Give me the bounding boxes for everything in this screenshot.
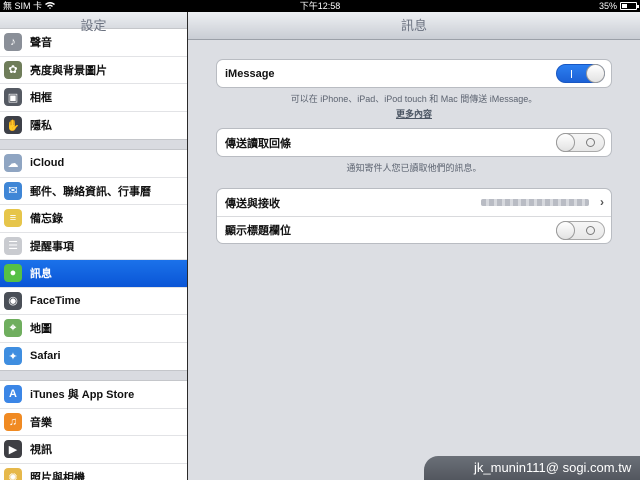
mail-icon: ✉: [4, 181, 22, 200]
settings-group: ☁ iCloud ✉ 郵件、聯絡資訊、行事曆 ≡ 備忘錄 ☰ 提醒事項 ● 訊息 ◉ FaceTime…: [0, 149, 187, 371]
more-info-link[interactable]: 更多內容: [216, 107, 612, 120]
sidebar-item[interactable]: ▶ 視訊: [0, 436, 187, 464]
sidebar-item[interactable]: ☰ 提醒事項: [0, 233, 187, 260]
show-subject-label: 顯示標題欄位: [225, 225, 291, 237]
sidebar-item[interactable]: ✦ Safari: [0, 343, 187, 371]
read-receipts-label: 傳送讀取回條: [225, 137, 291, 150]
sidebar-item-label: 相框: [30, 92, 52, 105]
sidebar-item[interactable]: ♪ 聲音: [0, 29, 187, 57]
status-bar: 無 SIM 卡 下午12:58 35%: [0, 0, 640, 12]
show-subject-row[interactable]: 顯示標題欄位: [217, 216, 611, 243]
read-receipts-toggle[interactable]: [556, 133, 605, 152]
sidebar-item-label: FaceTime: [30, 294, 81, 307]
sidebar-item-label: Safari: [30, 350, 61, 363]
send-receive-card: 傳送與接收 › 顯示標題欄位: [216, 188, 612, 244]
messages-detail-pane: 訊息 iMessage 可以在 iPhone、iPad、iPod touch 和…: [188, 12, 640, 480]
reminders-icon: ☰: [4, 236, 22, 255]
chevron-right-icon: ›: [600, 195, 604, 209]
sidebar-item[interactable]: ☁ iCloud: [0, 150, 187, 178]
sidebar-item[interactable]: ✉ 郵件、聯絡資訊、行事曆: [0, 178, 187, 205]
send-receive-label: 傳送與接收: [225, 197, 280, 210]
photos-icon: ✺: [4, 468, 22, 480]
settings-master-pane: 設定 ♪ 聲音 ✿ 亮度與背景圖片 ▣ 相框 ✋ 隱私 ☁ iCloud ✉ 郵件、聯絡資訊、行事曆 ≡…: [0, 12, 187, 480]
sidebar-item-label: 提醒事項: [30, 240, 74, 253]
sidebar-item-label: 亮度與背景圖片: [30, 64, 107, 77]
read-receipts-card: 傳送讀取回條: [216, 128, 612, 157]
sidebar-item-label: iCloud: [30, 157, 65, 170]
imessage-card: iMessage: [216, 59, 612, 88]
speaker-icon: ♪: [4, 33, 22, 52]
battery-percent: 35%: [598, 1, 617, 11]
status-time: 下午12:58: [299, 1, 341, 11]
show-subject-toggle[interactable]: [556, 221, 605, 240]
sidebar-item-label: 郵件、聯絡資訊、行事曆: [30, 185, 151, 198]
sidebar-item-label: 地圖: [30, 323, 52, 336]
hand-icon: ✋: [4, 116, 22, 135]
video-icon: ▶: [4, 440, 22, 459]
notes-icon: ≡: [4, 209, 22, 228]
map-icon: ⌖: [4, 319, 22, 338]
redacted-address: [481, 199, 589, 206]
sidebar-item-label: iTunes 與 App Store: [30, 389, 135, 402]
music-icon: ♫: [4, 412, 22, 431]
facetime-icon: ◉: [4, 291, 22, 310]
sidebar-item[interactable]: ♫ 音樂: [0, 409, 187, 436]
sidebar-item[interactable]: AiTunes 與 App Store: [0, 381, 187, 409]
sidebar-item[interactable]: ● 訊息: [0, 260, 187, 288]
detail-title: 訊息: [188, 12, 640, 40]
settings-group: AiTunes 與 App Store ♫ 音樂 ▶ 視訊 ✺ 照片與相機: [0, 380, 187, 480]
sidebar-item[interactable]: ✿ 亮度與背景圖片: [0, 57, 187, 84]
compass-icon: ✦: [4, 347, 22, 366]
read-receipts-footer: 通知寄件人您已讀取他們的訊息。: [346, 163, 482, 173]
sidebar-item[interactable]: ◉ FaceTime: [0, 288, 187, 315]
settings-group: ♪ 聲音 ✿ 亮度與背景圖片 ▣ 相框 ✋ 隱私: [0, 28, 187, 140]
sidebar-item-label: 視訊: [30, 444, 52, 457]
sidebar-item-label: 照片與相機: [30, 472, 85, 480]
flower-icon: ✿: [4, 60, 22, 79]
sidebar-item-label: 隱私: [30, 120, 52, 133]
sidebar-item-label: 訊息: [30, 268, 52, 281]
app-store-icon: A: [4, 385, 22, 404]
imessage-label: iMessage: [225, 67, 275, 80]
sidebar-item[interactable]: ▣ 相框: [0, 84, 187, 112]
imessage-toggle[interactable]: [556, 64, 605, 83]
watermark: jk_munin111@ sogi.com.tw: [424, 456, 640, 480]
sidebar-item[interactable]: ✺ 照片與相機: [0, 464, 187, 480]
read-receipts-row[interactable]: 傳送讀取回條: [217, 129, 611, 156]
sidebar-item[interactable]: ✋ 隱私: [0, 112, 187, 140]
picture-frame-icon: ▣: [4, 88, 22, 107]
imessage-footer: 可以在 iPhone、iPad、iPod touch 和 Mac 間傳送 iMe…: [290, 94, 538, 104]
sidebar-item-label: 音樂: [30, 416, 52, 429]
sidebar-item-label: 聲音: [30, 37, 52, 50]
sidebar-item[interactable]: ⌖ 地圖: [0, 315, 187, 343]
imessage-row[interactable]: iMessage: [217, 60, 611, 87]
sidebar-item[interactable]: ≡ 備忘錄: [0, 205, 187, 233]
cloud-icon: ☁: [4, 154, 22, 173]
sidebar-item-label: 備忘錄: [30, 213, 63, 226]
send-receive-row[interactable]: 傳送與接收 ›: [217, 189, 611, 216]
battery-icon: [620, 2, 639, 10]
messages-icon: ●: [4, 264, 22, 283]
